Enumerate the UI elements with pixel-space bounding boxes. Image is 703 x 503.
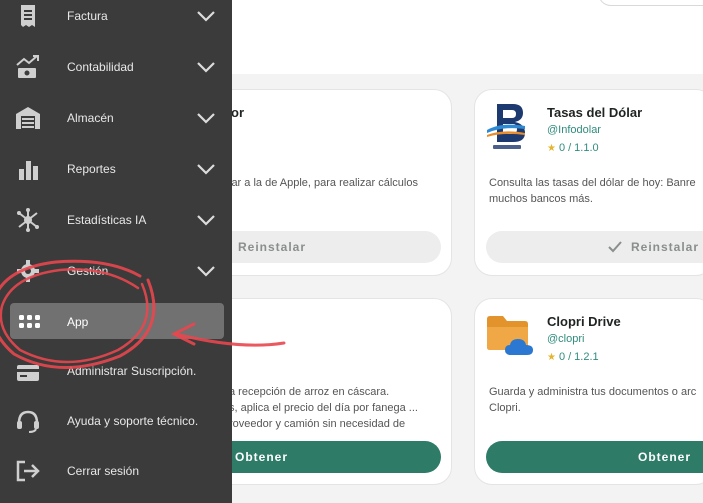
chevron-down-icon xyxy=(197,164,215,175)
app-version: 1.2.1 xyxy=(574,351,599,363)
star-icon: ★ xyxy=(547,142,556,154)
sidebar-item-label: Ayuda y soporte técnico. xyxy=(67,414,199,428)
sidebar-item-reportes[interactable]: Reportes xyxy=(0,151,232,187)
chevron-down-icon xyxy=(197,215,215,226)
sidebar-item-label: App xyxy=(67,315,89,329)
reinstall-button[interactable]: Reinstalar xyxy=(486,231,703,263)
headset-icon xyxy=(17,410,39,433)
sidebar-item-label: Cerrar sesión xyxy=(67,464,140,478)
sidebar: Factura Contabilidad Almacén Reportes Es… xyxy=(0,0,232,503)
logout-icon xyxy=(16,460,40,482)
sidebar-item-ayuda[interactable]: Ayuda y soporte técnico. xyxy=(0,403,232,439)
folder-cloud-icon xyxy=(485,313,537,357)
sidebar-item-estadisticas-ia[interactable]: Estadísticas IA xyxy=(0,202,232,238)
app-card-description: Consulta las tasas del dólar de hoy: Ban… xyxy=(489,177,696,205)
app-card-description: lar a la de Apple, para realizar cálculo… xyxy=(229,177,418,189)
star-icon: ★ xyxy=(547,351,556,363)
chevron-down-icon xyxy=(197,266,215,277)
chevron-down-icon xyxy=(197,113,215,124)
search-pill[interactable] xyxy=(598,0,703,6)
app-card-rating-version: ★ 0 / 1.2.1 xyxy=(547,351,599,363)
reinstall-button[interactable]: Reinstalar xyxy=(201,231,441,263)
app-card-handle[interactable]: @Infodolar xyxy=(547,124,601,136)
rating-count: 0 xyxy=(558,351,566,363)
chevron-down-icon xyxy=(197,62,215,73)
sidebar-item-label: Estadísticas IA xyxy=(67,213,147,227)
check-icon xyxy=(608,241,622,253)
subscription-icon xyxy=(17,365,39,381)
warehouse-icon xyxy=(16,107,40,129)
app-card-description: a recepción de arroz en cáscara. s, apli… xyxy=(229,386,418,430)
money-chart-icon xyxy=(16,55,39,78)
sidebar-item-label: Factura xyxy=(67,9,108,23)
sidebar-item-cerrar-sesion[interactable]: Cerrar sesión xyxy=(0,453,232,489)
sidebar-item-contabilidad[interactable]: Contabilidad xyxy=(0,49,232,85)
app-card-handle[interactable]: @clopri xyxy=(547,333,584,345)
app-card-description: Guarda y administra tus documentos o arc… xyxy=(489,386,697,414)
app-card-title: Tasas del Dólar xyxy=(547,105,643,120)
sidebar-item-factura[interactable]: Factura xyxy=(0,0,232,34)
app-card-title: Clopri Drive xyxy=(547,314,621,329)
sidebar-item-gestion[interactable]: Gestión xyxy=(0,253,232,289)
sidebar-item-app[interactable]: App xyxy=(0,303,232,340)
app-card-rating-version: ★ 0 / 1.1.0 xyxy=(547,142,599,154)
sidebar-item-label: Gestión xyxy=(67,264,109,278)
gear-icon xyxy=(17,260,39,282)
sidebar-item-label: Contabilidad xyxy=(67,60,134,74)
grid-dots-icon xyxy=(19,315,40,328)
sidebar-item-label: Reportes xyxy=(67,162,116,176)
sidebar-item-almacen[interactable]: Almacén xyxy=(0,100,232,136)
ai-network-icon xyxy=(17,208,39,232)
rating-count: 0 xyxy=(558,142,566,154)
sidebar-item-administrar-suscripcion[interactable]: Administrar Suscripción. xyxy=(0,353,232,389)
sidebar-item-label: Administrar Suscripción. xyxy=(67,364,197,378)
receipt-icon xyxy=(21,5,35,27)
get-button[interactable]: Obtener xyxy=(486,441,703,473)
app-card-tasas-dolar[interactable]: Tasas del Dólar @Infodolar ★ 0 / 1.1.0 C… xyxy=(474,89,703,276)
infodolar-logo-icon xyxy=(485,100,529,152)
chevron-down-icon xyxy=(197,11,215,22)
bar-chart-icon xyxy=(19,161,38,180)
app-card-title: or xyxy=(231,105,244,120)
app-card-clopri-drive[interactable]: Clopri Drive @clopri ★ 0 / 1.2.1 Guarda … xyxy=(474,298,703,485)
get-button[interactable]: Obtener xyxy=(201,441,441,473)
app-version: 1.1.0 xyxy=(574,142,599,154)
sidebar-item-label: Almacén xyxy=(67,111,114,125)
